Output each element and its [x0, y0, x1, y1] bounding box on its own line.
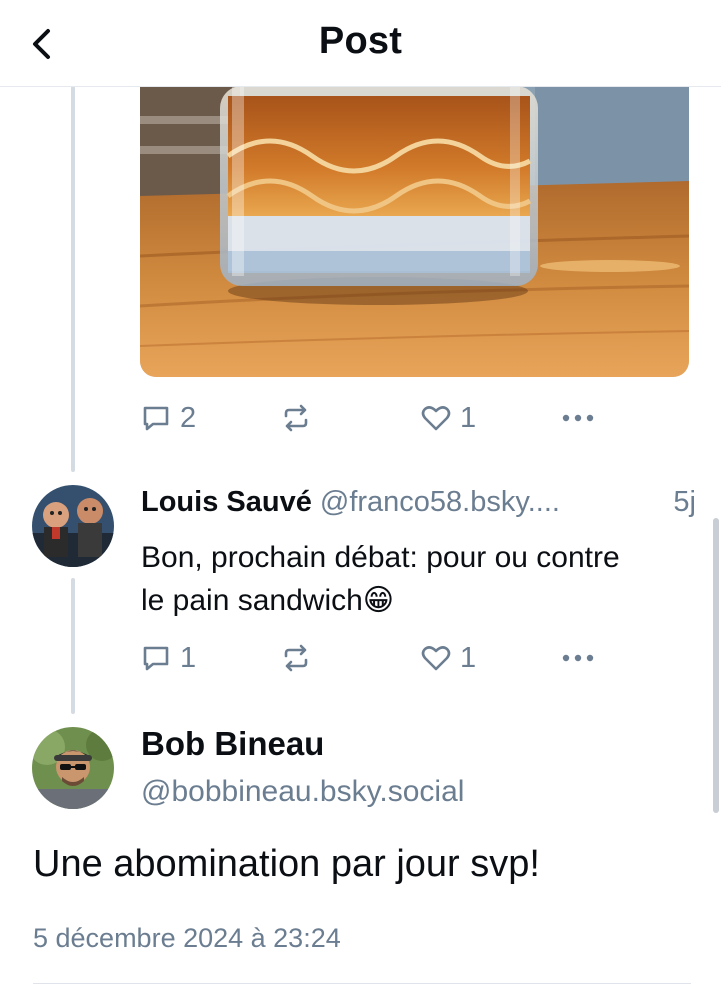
top-bar: Post — [0, 0, 721, 87]
parent-post-actions: 2 1 — [140, 398, 610, 438]
author-handle[interactable]: @franco58.bsky.... — [320, 486, 560, 518]
divider — [33, 983, 691, 984]
post-date: 5 décembre 2024 à 23:24 — [33, 923, 341, 953]
repost-button[interactable] — [280, 638, 320, 678]
more-options-button[interactable] — [558, 638, 598, 678]
reply-button[interactable]: 2 — [140, 398, 196, 438]
more-horizontal-icon — [562, 654, 594, 662]
page-title: Post — [318, 20, 403, 62]
post-image[interactable] — [140, 86, 689, 377]
post-time: 5j — [663, 486, 696, 519]
more-horizontal-icon — [562, 414, 594, 422]
like-count: 1 — [460, 401, 477, 434]
like-button[interactable]: 1 — [420, 398, 476, 438]
reply-header: Louis Sauvé @franco58.bsky.... 5j — [141, 486, 696, 519]
like-button[interactable]: 1 — [420, 638, 476, 678]
avatar-image — [32, 727, 114, 809]
like-count: 1 — [460, 641, 477, 674]
repost-icon — [284, 644, 308, 672]
comment-icon — [143, 646, 169, 671]
thread-line — [71, 578, 75, 714]
reply-button[interactable]: 1 — [140, 638, 196, 678]
author-name[interactable]: Bob Bineau — [141, 725, 324, 763]
comment-icon — [143, 406, 169, 431]
avatar-image — [32, 485, 114, 567]
post-text: Une abomination par jour svp! — [33, 843, 540, 885]
repost-icon — [284, 404, 308, 432]
heart-icon — [421, 646, 451, 671]
heart-icon — [421, 406, 451, 431]
author-handle[interactable]: @bobbineau.bsky.social — [141, 775, 464, 809]
reply-count: 1 — [180, 641, 197, 674]
thread-line — [71, 86, 75, 472]
whisky-glass-image — [140, 86, 689, 377]
repost-button[interactable] — [280, 398, 320, 438]
avatar[interactable] — [32, 485, 114, 567]
reply-text: Bon, prochain débat: pour ou contre le p… — [141, 541, 620, 617]
avatar[interactable] — [32, 727, 114, 809]
more-options-button[interactable] — [558, 398, 598, 438]
scrollbar[interactable] — [713, 518, 719, 813]
reply-count: 2 — [180, 401, 197, 434]
reply-actions: 1 1 — [140, 638, 610, 678]
author-name[interactable]: Louis Sauvé — [141, 486, 312, 518]
